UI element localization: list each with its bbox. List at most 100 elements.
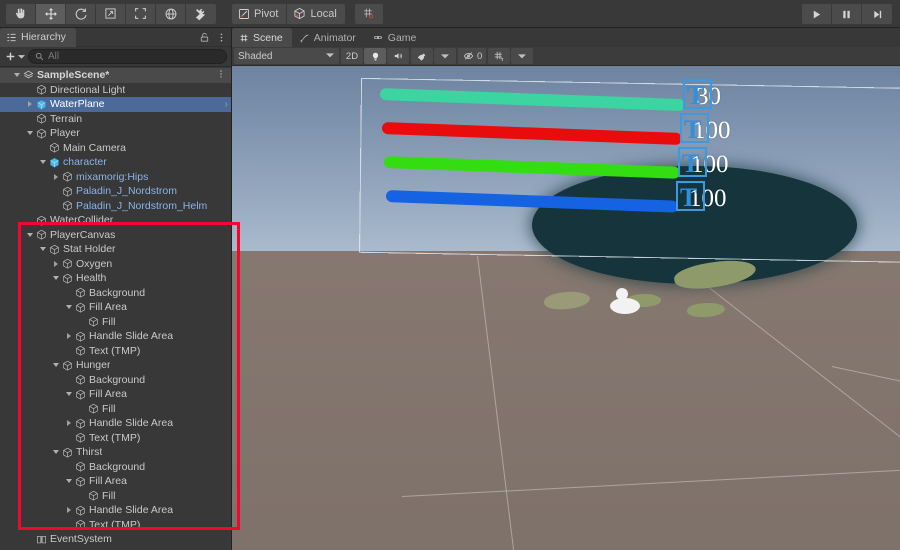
- hierarchy-row[interactable]: Oxygen: [0, 257, 231, 272]
- hand-tool-icon[interactable]: [6, 3, 36, 24]
- hidden-objects-button[interactable]: 0: [458, 48, 487, 64]
- fx-dropdown-button[interactable]: [434, 48, 456, 64]
- gameobject-icon: [74, 418, 87, 429]
- tab-scene[interactable]: Scene: [232, 28, 292, 47]
- lighting-toggle-button[interactable]: [364, 48, 386, 64]
- twisty-expanded-icon[interactable]: [51, 271, 61, 285]
- hierarchy-row[interactable]: PlayerCanvas: [0, 228, 231, 243]
- hierarchy-row[interactable]: Fill Area: [0, 387, 231, 402]
- hierarchy-row[interactable]: EventSystem: [0, 532, 231, 547]
- twisty-collapsed-icon[interactable]: [64, 416, 74, 430]
- twisty-expanded-icon[interactable]: [51, 445, 61, 459]
- hierarchy-row[interactable]: WaterPlane ›: [0, 97, 231, 112]
- hierarchy-row[interactable]: Paladin_J_Nordstrom_Helm: [0, 199, 231, 214]
- twisty-expanded-icon[interactable]: [64, 387, 74, 401]
- twisty-expanded-icon[interactable]: [38, 155, 48, 169]
- tab-hierarchy[interactable]: Hierarchy: [0, 27, 76, 47]
- tab-game[interactable]: Game: [365, 28, 426, 47]
- draw-mode-dropdown[interactable]: Shaded: [234, 48, 339, 64]
- scale-tool-icon[interactable]: [96, 3, 126, 24]
- 2d-toggle-button[interactable]: 2D: [341, 48, 363, 64]
- hierarchy-row[interactable]: mixamorig:Hips: [0, 170, 231, 185]
- handle-rotation-button[interactable]: Local: [287, 3, 345, 24]
- move-tool-icon[interactable]: [36, 3, 66, 24]
- twisty-expanded-icon[interactable]: [25, 126, 35, 140]
- hierarchy-row[interactable]: Text (TMP): [0, 518, 231, 533]
- scene-context-menu-icon[interactable]: [216, 69, 226, 81]
- twisty-spacer: [51, 184, 61, 198]
- twisty-expanded-icon[interactable]: [25, 228, 35, 242]
- twisty-expanded-icon[interactable]: [64, 300, 74, 314]
- scene-icon: [22, 70, 35, 81]
- twisty-collapsed-icon[interactable]: [51, 257, 61, 271]
- grid-visibility-button[interactable]: [488, 48, 511, 64]
- tab-animator[interactable]: Animator: [292, 28, 365, 47]
- grid-dropdown-button[interactable]: [511, 48, 534, 64]
- hierarchy-row[interactable]: Player: [0, 126, 231, 141]
- hierarchy-row[interactable]: Main Camera: [0, 141, 231, 156]
- hierarchy-row[interactable]: Text (TMP): [0, 344, 231, 359]
- animator-icon: [299, 33, 310, 43]
- main-toolbar: Pivot Local: [0, 0, 900, 28]
- audio-toggle-button[interactable]: [387, 48, 409, 64]
- hierarchy-row[interactable]: Hunger: [0, 358, 231, 373]
- hierarchy-row[interactable]: Health: [0, 271, 231, 286]
- row-expand-arrow[interactable]: ›: [225, 99, 228, 110]
- rotate-tool-icon[interactable]: [66, 3, 96, 24]
- twisty-expanded-icon[interactable]: [12, 68, 22, 82]
- hierarchy-row-label: Player: [50, 127, 80, 140]
- gameobject-icon: [61, 360, 74, 371]
- tab-hierarchy-label: Hierarchy: [21, 31, 66, 43]
- play-button[interactable]: [802, 4, 832, 24]
- hierarchy-row[interactable]: Stat Holder: [0, 242, 231, 257]
- scene-viewport[interactable]: T 30 T 100 T 100 T 100: [232, 66, 900, 550]
- hierarchy-row[interactable]: Handle Slide Area: [0, 416, 231, 431]
- hierarchy-row[interactable]: Terrain: [0, 112, 231, 127]
- hierarchy-row[interactable]: Fill: [0, 489, 231, 504]
- fx-toggle-button[interactable]: [411, 48, 433, 64]
- twisty-collapsed-icon[interactable]: [64, 329, 74, 343]
- pivot-mode-button[interactable]: Pivot: [232, 3, 288, 24]
- lock-icon[interactable]: [199, 30, 210, 48]
- gameobject-icon: [35, 128, 48, 139]
- hierarchy-row[interactable]: Fill Area: [0, 300, 231, 315]
- play-controls-group: [802, 4, 892, 24]
- twisty-collapsed-icon[interactable]: [25, 97, 35, 111]
- hierarchy-row[interactable]: WaterCollider: [0, 213, 231, 228]
- grid-snapping-icon[interactable]: [354, 3, 383, 24]
- hierarchy-row[interactable]: Text (TMP): [0, 431, 231, 446]
- twisty-spacer: [25, 213, 35, 227]
- hierarchy-tree[interactable]: SampleScene* Directional Light WaterPlane ›…: [0, 68, 231, 550]
- search-input[interactable]: All: [28, 49, 227, 64]
- hierarchy-row[interactable]: Background: [0, 286, 231, 301]
- hierarchy-row[interactable]: Thirst: [0, 445, 231, 460]
- hierarchy-row[interactable]: Fill: [0, 402, 231, 417]
- hierarchy-row[interactable]: Background: [0, 373, 231, 388]
- gameobject-icon: [35, 215, 48, 226]
- twisty-expanded-icon[interactable]: [64, 474, 74, 488]
- twisty-expanded-icon[interactable]: [51, 358, 61, 372]
- hierarchy-row[interactable]: Fill Area: [0, 474, 231, 489]
- twisty-collapsed-icon[interactable]: [64, 503, 74, 517]
- hierarchy-row[interactable]: Background: [0, 460, 231, 475]
- twisty-collapsed-icon[interactable]: [51, 170, 61, 184]
- hierarchy-row[interactable]: Handle Slide Area: [0, 329, 231, 344]
- scene-grid-icon: [239, 33, 249, 43]
- add-gameobject-button[interactable]: [4, 50, 25, 63]
- hierarchy-row[interactable]: character: [0, 155, 231, 170]
- custom-tool-icon[interactable]: [186, 3, 216, 24]
- twisty-expanded-icon[interactable]: [38, 242, 48, 256]
- hierarchy-row[interactable]: SampleScene*: [0, 68, 231, 83]
- kebab-menu-icon[interactable]: [216, 30, 227, 48]
- gameobject-icon: [61, 447, 74, 458]
- hierarchy-row[interactable]: Fill: [0, 315, 231, 330]
- transform-tool-icon[interactable]: [156, 3, 186, 24]
- hidden-objects-group: 0: [458, 48, 487, 64]
- step-button[interactable]: [862, 4, 892, 24]
- rect-tool-icon[interactable]: [126, 3, 156, 24]
- pause-button[interactable]: [832, 4, 862, 24]
- hierarchy-row[interactable]: Handle Slide Area: [0, 503, 231, 518]
- hierarchy-row[interactable]: Directional Light: [0, 83, 231, 98]
- hierarchy-row[interactable]: Paladin_J_Nordstrom: [0, 184, 231, 199]
- prefab-icon: [48, 157, 61, 168]
